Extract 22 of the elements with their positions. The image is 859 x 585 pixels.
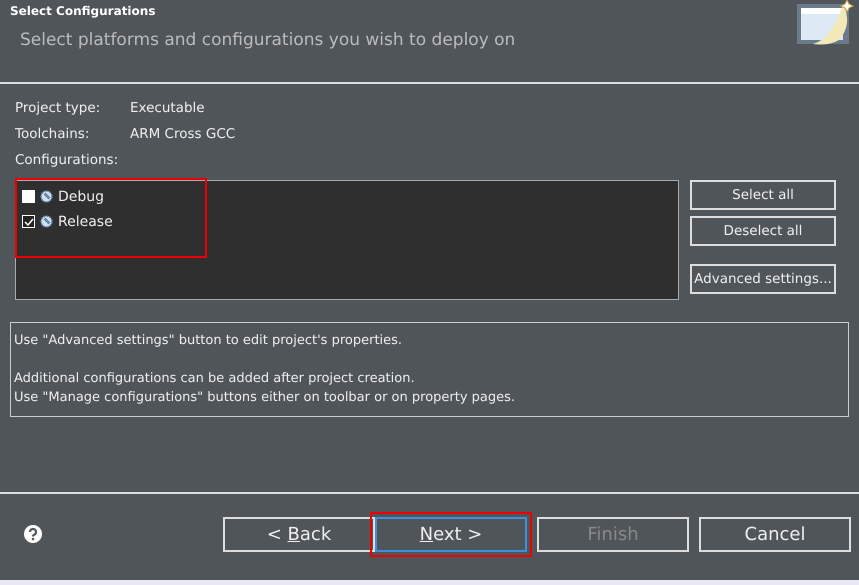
- dialog-subtitle: Select platforms and configurations you wish to deploy on: [20, 30, 516, 50]
- property-value: ARM Cross GCC: [130, 126, 236, 144]
- side-button[interactable]: Deselect all: [690, 216, 836, 246]
- info-text: Use "Manage configurations" buttons either on toolbar or on property pages.: [14, 390, 516, 407]
- footer-button[interactable]: Cancel: [699, 516, 851, 552]
- gear-icon: [40, 215, 53, 228]
- property-label: Project type:: [15, 100, 102, 118]
- configuration-name: Debug: [58, 188, 104, 204]
- property-label: Toolchains:: [15, 126, 90, 144]
- side-button[interactable]: Advanced settings...: [690, 264, 836, 294]
- gear-icon: [40, 190, 53, 203]
- side-button[interactable]: Select all: [690, 180, 836, 210]
- info-text: Additional configurations can be added after project creation.: [14, 371, 416, 388]
- checkbox[interactable]: [22, 215, 35, 228]
- footer-button[interactable]: < Back: [223, 516, 375, 552]
- configurations-label: Configurations:: [15, 152, 118, 170]
- property-value: Executable: [130, 100, 205, 118]
- info-text: Use "Advanced settings" button to edit project's properties.: [14, 333, 404, 350]
- dialog-title: Select Configurations: [10, 4, 156, 18]
- help-icon[interactable]: [24, 525, 42, 543]
- checkbox[interactable]: [22, 190, 35, 203]
- configuration-name: Release: [58, 214, 113, 230]
